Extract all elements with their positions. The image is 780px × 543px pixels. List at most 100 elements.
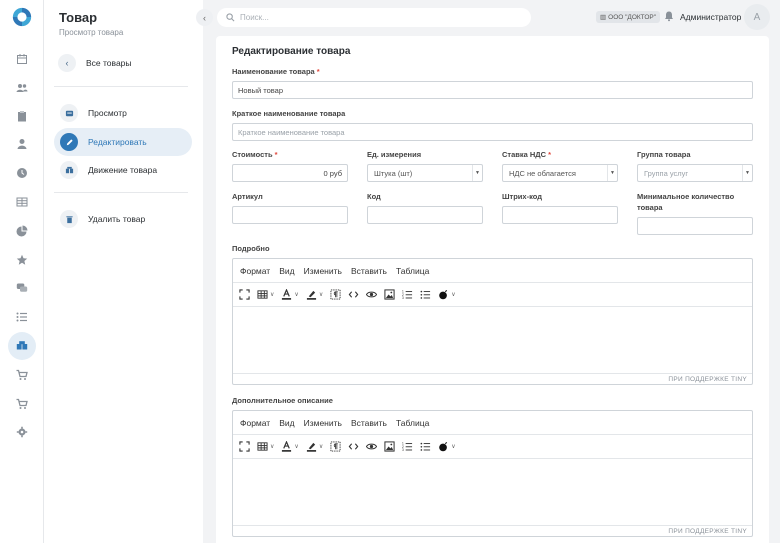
bullet-list-button[interactable]: [420, 439, 431, 455]
rail-calendar-button[interactable]: [8, 46, 36, 72]
all-products-button[interactable]: ‹ Все товары: [58, 54, 132, 72]
text-color-icon: [282, 441, 292, 452]
short-name-field[interactable]: [232, 123, 753, 141]
rail-list-button[interactable]: [8, 304, 36, 330]
search-input[interactable]: [240, 13, 520, 22]
fullscreen-button[interactable]: [239, 439, 250, 455]
menu-edit[interactable]: Изменить: [304, 266, 342, 276]
text-color-button[interactable]: ∨: [281, 287, 299, 303]
rail-clipboard-button[interactable]: [8, 103, 36, 129]
details-editor-body[interactable]: [233, 307, 752, 374]
table-button[interactable]: ∨: [257, 439, 274, 455]
unit-select[interactable]: Штука (шт) ▼: [367, 164, 483, 182]
bullet-list-icon: [420, 290, 431, 299]
text-color-button[interactable]: ∨: [281, 439, 299, 455]
menu-view[interactable]: Вид: [279, 266, 294, 276]
icon-rail: [0, 0, 44, 543]
name-field[interactable]: [232, 81, 753, 99]
numbered-list-icon: 123: [402, 442, 413, 452]
editor-toolbar: ∨ ∨ ∨ 123 ∨: [233, 283, 752, 307]
barcode-field[interactable]: [502, 206, 618, 224]
vat-select[interactable]: НДС не облагается ▼: [502, 164, 618, 182]
menu-insert[interactable]: Вставить: [351, 418, 387, 428]
rail-pie-chart-button[interactable]: [8, 218, 36, 244]
sidebar-item-edit[interactable]: Редактировать: [54, 128, 192, 156]
calendar-icon: [17, 54, 27, 64]
code-field[interactable]: [367, 206, 483, 224]
delete-product-button[interactable]: Удалить товар: [54, 205, 192, 233]
menu-view[interactable]: Вид: [279, 418, 294, 428]
organization-badge[interactable]: ▥ ООО "ДОКТОР": [596, 11, 661, 23]
tools-button[interactable]: ∨: [438, 439, 456, 455]
rail-cart-alt-button[interactable]: [8, 391, 36, 417]
user-name[interactable]: Администратор: [680, 12, 741, 22]
numbered-list-button[interactable]: 123: [402, 439, 413, 455]
table-icon: [16, 197, 28, 207]
search-bar: [217, 8, 531, 27]
fullscreen-button[interactable]: [239, 287, 250, 303]
bell-icon[interactable]: [663, 10, 675, 22]
paragraph-icon: [330, 289, 341, 300]
caret-down-icon: ▼: [472, 165, 482, 181]
chevron-down-icon: ∨: [451, 292, 456, 298]
details-editor: Формат Вид Изменить Вставить Таблица ∨ ∨…: [232, 258, 753, 385]
tools-button[interactable]: ∨: [438, 287, 456, 303]
app-logo-icon[interactable]: [11, 6, 33, 28]
sidebar-item-label: Редактировать: [88, 137, 147, 147]
sidebar-item-view[interactable]: Просмотр: [54, 99, 192, 127]
show-blocks-button[interactable]: [330, 287, 341, 303]
source-code-button[interactable]: [348, 439, 359, 455]
highlight-button[interactable]: ∨: [306, 439, 323, 455]
menu-table[interactable]: Таблица: [396, 418, 429, 428]
numbered-list-button[interactable]: 123: [402, 287, 413, 303]
sidebar-item-label: Просмотр: [88, 108, 127, 118]
rail-star-button[interactable]: [8, 247, 36, 273]
article-label: Артикул: [232, 192, 263, 201]
menu-insert[interactable]: Вставить: [351, 266, 387, 276]
image-button[interactable]: [384, 287, 395, 303]
vat-label: Ставка НДС *: [502, 149, 551, 160]
gear-icon: [16, 426, 28, 438]
price-field[interactable]: [232, 164, 348, 182]
bullet-list-button[interactable]: [420, 287, 431, 303]
editor-menubar: Формат Вид Изменить Вставить Таблица: [233, 411, 752, 435]
rail-cart-button[interactable]: [8, 362, 36, 388]
editor-statusbar[interactable]: ПРИ ПОДДЕРЖКЕ TINY: [233, 526, 752, 536]
source-code-button[interactable]: [348, 287, 359, 303]
collapse-sidebar-button[interactable]: ‹: [196, 9, 213, 26]
menu-format[interactable]: Формат: [240, 266, 270, 276]
image-button[interactable]: [384, 439, 395, 455]
unit-label: Ед. измерения: [367, 150, 422, 159]
edit-product-card: Редактирование товара Наименование товар…: [216, 36, 769, 543]
menu-format[interactable]: Формат: [240, 418, 270, 428]
rail-user-button[interactable]: [8, 131, 36, 157]
menu-edit[interactable]: Изменить: [304, 418, 342, 428]
barcode-label: Штрих-код: [502, 192, 542, 201]
min-qty-field[interactable]: [637, 217, 753, 235]
rail-table-button[interactable]: [8, 189, 36, 215]
rail-chat-button[interactable]: [8, 275, 36, 301]
vat-label-text: Ставка НДС: [502, 150, 547, 159]
menu-table[interactable]: Таблица: [396, 266, 429, 276]
editor-statusbar[interactable]: ПРИ ПОДДЕРЖКЕ TINY: [233, 374, 752, 384]
article-field[interactable]: [232, 206, 348, 224]
rail-boxes-button[interactable]: [8, 332, 36, 360]
group-select[interactable]: Группа услуг ▼: [637, 164, 753, 182]
sidebar-item-movement[interactable]: Движение товара: [54, 156, 192, 184]
trash-icon: [60, 210, 78, 228]
search-icon: [226, 13, 235, 22]
highlight-button[interactable]: ∨: [306, 287, 323, 303]
extra-description-editor-body[interactable]: [233, 459, 752, 526]
numbered-list-icon: 123: [402, 290, 413, 300]
rail-clock-button[interactable]: [8, 160, 36, 186]
show-blocks-button[interactable]: [330, 439, 341, 455]
bomb-icon: [439, 289, 448, 300]
table-button[interactable]: ∨: [257, 287, 274, 303]
preview-button[interactable]: [366, 287, 378, 303]
code-label: Код: [367, 192, 381, 201]
vat-value: НДС не облагается: [509, 168, 576, 178]
rail-users-button[interactable]: [8, 75, 36, 101]
preview-button[interactable]: [366, 439, 378, 455]
avatar[interactable]: А: [744, 4, 770, 30]
rail-gear-button[interactable]: [8, 419, 36, 445]
